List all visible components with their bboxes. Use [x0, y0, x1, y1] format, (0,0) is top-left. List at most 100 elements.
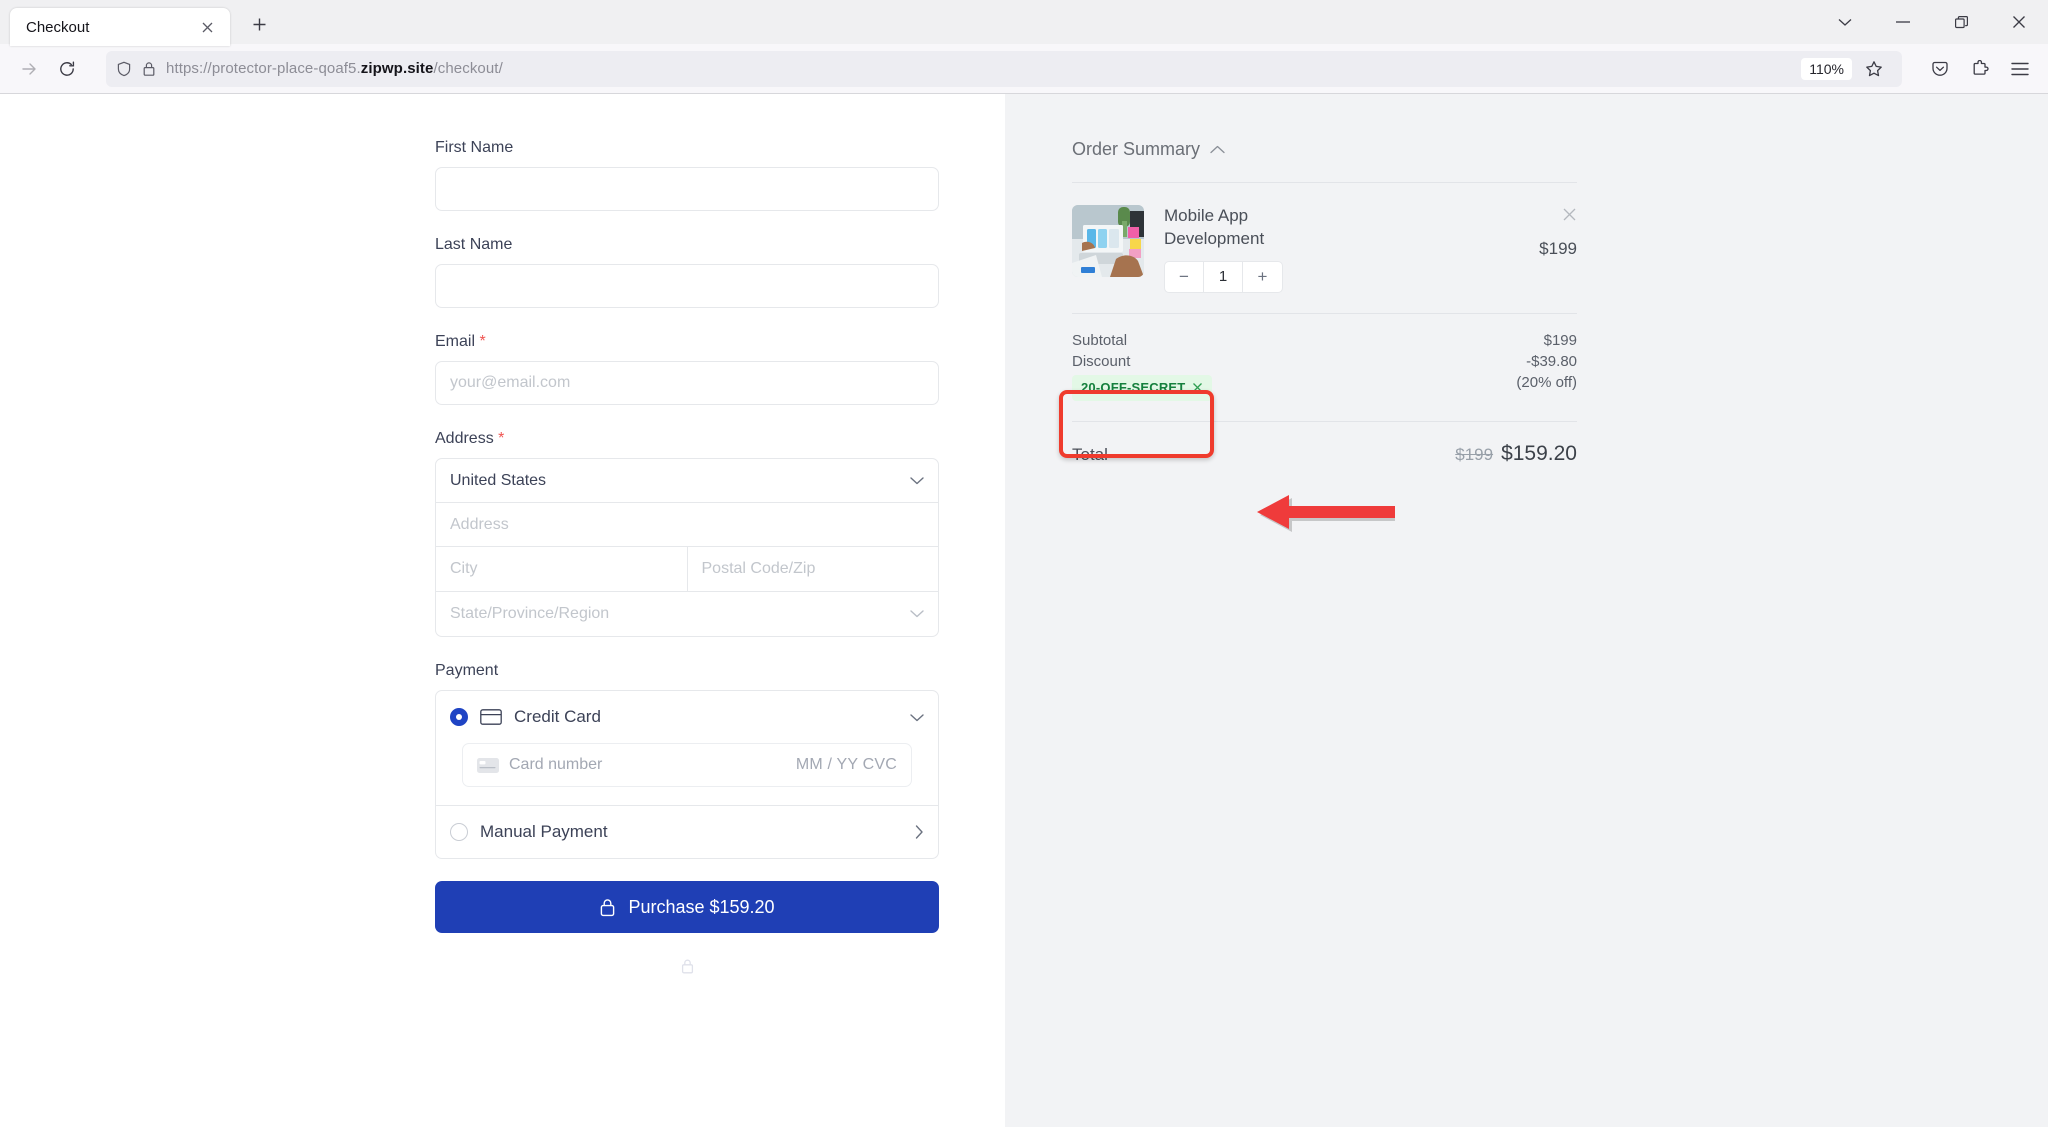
pocket-icon[interactable] [1922, 51, 1958, 87]
chevron-right-icon[interactable] [915, 825, 924, 839]
card-number-placeholder: Card number [509, 756, 786, 774]
state-placeholder: State/Province/Region [450, 605, 609, 623]
close-icon[interactable] [1990, 0, 2048, 44]
url-text: https://protector-place-qoaf5.zipwp.site… [166, 60, 1801, 77]
quantity-increment-button[interactable]: + [1243, 262, 1282, 292]
quantity-stepper: − 1 + [1164, 261, 1283, 293]
card-number-input[interactable]: Card number MM / YY CVC [462, 743, 912, 787]
email-label: Email * [435, 333, 939, 351]
postal-code-input[interactable]: Postal Code/Zip [688, 547, 939, 591]
chevron-down-icon [910, 610, 924, 619]
checkout-form-pane: First Name Last Name Email * your@email.… [0, 94, 1005, 1127]
total-label: Total [1072, 445, 1108, 465]
navigation-toolbar: https://protector-place-qoaf5.zipwp.site… [0, 44, 2048, 94]
product-price: $199 [1539, 239, 1577, 259]
zoom-level-indicator[interactable]: 110% [1801, 58, 1852, 80]
country-value: United States [450, 472, 546, 490]
product-name: Mobile App Development [1164, 205, 1314, 251]
browser-window: Checkout [0, 0, 2048, 1127]
coupon-chip[interactable]: 20-OFF-SECRET [1072, 375, 1212, 401]
discount-row: Discount 20-OFF-SECRET -$39.80 (20% off) [1072, 353, 1577, 401]
browser-tab-checkout[interactable]: Checkout [10, 8, 230, 46]
star-icon[interactable] [1856, 51, 1892, 87]
required-marker: * [498, 430, 504, 447]
state-select[interactable]: State/Province/Region [436, 592, 938, 636]
card-brand-icon [477, 758, 499, 773]
total-original-price: $199 [1455, 445, 1493, 464]
last-name-label: Last Name [435, 236, 939, 254]
order-item-right: $199 [1539, 205, 1577, 293]
required-marker: * [479, 333, 485, 350]
first-name-field-group: First Name [435, 139, 939, 211]
manual-payment-radio[interactable] [450, 823, 468, 841]
first-name-label: First Name [435, 139, 939, 157]
restore-icon[interactable] [1932, 0, 1990, 44]
extension-puzzle-icon[interactable] [1962, 51, 1998, 87]
tab-title: Checkout [26, 19, 196, 36]
address-label: Address * [435, 430, 939, 448]
country-select[interactable]: United States [436, 459, 938, 503]
subtotal-label: Subtotal [1072, 332, 1127, 349]
discount-value: -$39.80 [1516, 353, 1577, 370]
order-summary-header[interactable]: Order Summary [1072, 139, 1577, 182]
order-item-row: Mobile App Development − 1 + $199 [1072, 183, 1577, 313]
new-tab-button[interactable] [242, 7, 276, 41]
quantity-decrement-button[interactable]: − [1165, 262, 1204, 292]
chevron-down-icon[interactable] [910, 714, 924, 723]
credit-card-radio[interactable] [450, 708, 468, 726]
payment-label: Payment [435, 662, 939, 680]
city-input[interactable]: City [436, 547, 688, 591]
checkout-form: First Name Last Name Email * your@email.… [435, 94, 939, 974]
credit-card-header[interactable]: Credit Card [450, 707, 924, 729]
order-summary-pane: Order Summary [1005, 94, 2048, 1127]
first-name-input[interactable] [435, 167, 939, 211]
discount-percent-note: (20% off) [1516, 374, 1577, 391]
product-thumbnail [1072, 205, 1144, 277]
remove-item-icon[interactable] [1562, 207, 1577, 225]
chevron-down-icon [910, 476, 924, 485]
subtotal-row: Subtotal $199 [1072, 332, 1577, 349]
reload-icon[interactable] [48, 50, 86, 88]
order-item-details: Mobile App Development − 1 + [1164, 205, 1519, 293]
purchase-button[interactable]: Purchase $159.20 [435, 881, 939, 933]
address-field-group: Address * United States Address City Pos… [435, 430, 939, 637]
subtotal-value: $199 [1544, 332, 1577, 349]
address-bar[interactable]: https://protector-place-qoaf5.zipwp.site… [106, 51, 1902, 87]
annotation-arrow-icon [1235, 486, 1395, 536]
email-input[interactable]: your@email.com [435, 361, 939, 405]
shield-icon[interactable] [116, 61, 132, 77]
lock-icon [681, 959, 694, 974]
total-values: $199 $159.20 [1455, 442, 1577, 466]
remove-coupon-icon[interactable] [1192, 380, 1203, 396]
city-postal-row: City Postal Code/Zip [436, 547, 938, 592]
chevron-up-icon[interactable] [1210, 145, 1225, 154]
discount-label: Discount [1072, 353, 1212, 370]
street-address-input[interactable]: Address [436, 503, 938, 547]
window-controls [1816, 0, 2048, 44]
last-name-field-group: Last Name [435, 236, 939, 308]
payment-option-manual[interactable]: Manual Payment [436, 806, 938, 858]
chevron-down-icon[interactable] [1816, 0, 1874, 44]
toolbar-right-icons [1922, 51, 2038, 87]
coupon-code: 20-OFF-SECRET [1081, 380, 1185, 395]
payment-field-group: Payment Credit Card [435, 662, 939, 859]
minimize-icon[interactable] [1874, 0, 1932, 44]
address-group: United States Address City Postal Code/Z… [435, 458, 939, 637]
page-content: First Name Last Name Email * your@email.… [0, 94, 2048, 1127]
lock-icon [599, 898, 616, 917]
total-final-price: $159.20 [1501, 442, 1577, 465]
quantity-value[interactable]: 1 [1204, 262, 1243, 292]
purchase-button-label: Purchase $159.20 [628, 897, 774, 918]
payment-option-credit-card[interactable]: Credit Card Card number MM / YY [436, 691, 938, 806]
forward-arrow-icon[interactable] [10, 50, 48, 88]
credit-card-label: Credit Card [514, 707, 601, 727]
last-name-input[interactable] [435, 264, 939, 308]
close-icon[interactable] [196, 16, 218, 38]
order-summary-title: Order Summary [1072, 139, 1200, 160]
discount-right: -$39.80 (20% off) [1516, 353, 1577, 391]
email-field-group: Email * your@email.com [435, 333, 939, 405]
manual-payment-label: Manual Payment [480, 822, 903, 842]
payment-methods-group: Credit Card Card number MM / YY [435, 690, 939, 859]
hamburger-menu-icon[interactable] [2002, 51, 2038, 87]
tab-strip: Checkout [0, 0, 2048, 44]
